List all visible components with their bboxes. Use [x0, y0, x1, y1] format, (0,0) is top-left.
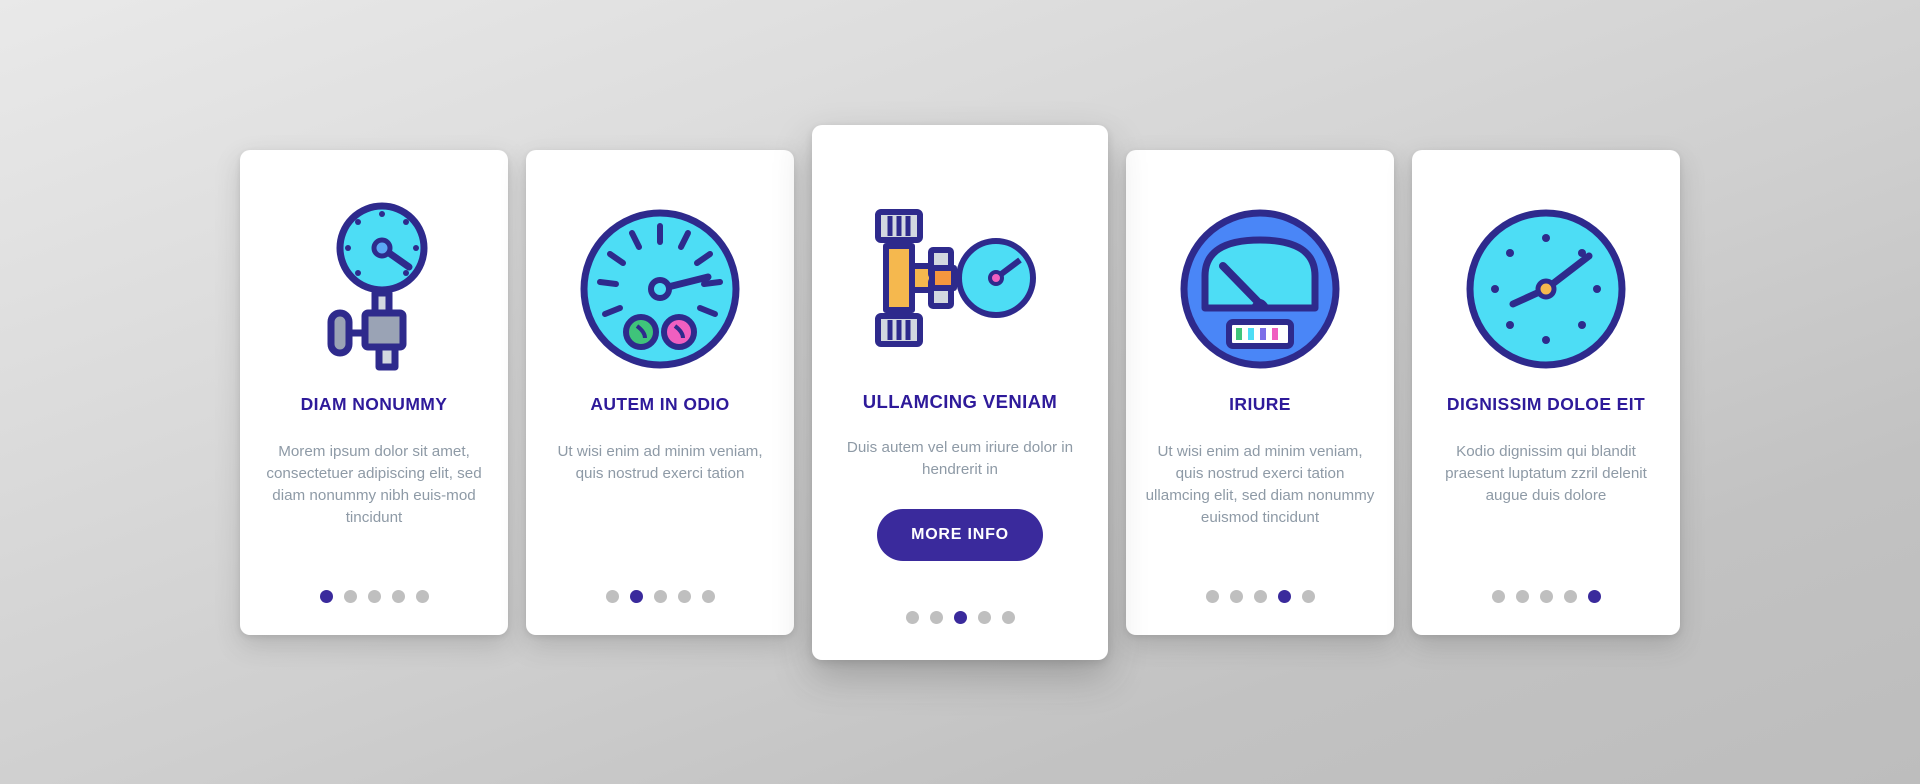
pagination-dots[interactable] — [812, 610, 1108, 624]
more-info-button[interactable]: MORE INFO — [877, 508, 1043, 561]
pagination-dot[interactable] — [343, 589, 357, 603]
icon-container — [832, 165, 1088, 391]
icon-container — [1430, 184, 1662, 394]
card-title: ULLAMCING VENIAM — [862, 390, 1058, 412]
pagination-dot[interactable] — [1587, 589, 1601, 603]
onboarding-card-4[interactable]: IRIURE Ut wisi enim ad minim veniam, qui… — [1126, 149, 1394, 635]
onboarding-card-3[interactable]: ULLAMCING VENIAM Duis autem vel eum iriu… — [812, 124, 1108, 660]
pagination-dot[interactable] — [1515, 589, 1529, 603]
pagination-dot[interactable] — [677, 589, 691, 603]
pagination-dot[interactable] — [1205, 589, 1219, 603]
pagination-dot[interactable] — [1563, 589, 1577, 603]
card-title: DIAM NONUMMY — [300, 393, 448, 414]
pagination-dot[interactable] — [929, 610, 943, 624]
icon-container — [544, 184, 776, 394]
card-body: Kodio dignissim qui blandit praesent lup… — [1445, 442, 1647, 504]
pagination-dot[interactable] — [1229, 589, 1243, 603]
pagination-dot[interactable] — [1301, 589, 1315, 603]
card-body: Ut wisi enim ad minim veniam, quis nostr… — [1145, 442, 1375, 526]
pagination-dot[interactable] — [905, 610, 919, 624]
onboarding-card-2[interactable]: AUTEM IN ODIO Ut wisi enim ad minim veni… — [526, 149, 794, 635]
pagination-dot[interactable] — [1253, 589, 1267, 603]
pagination-dot[interactable] — [629, 589, 643, 603]
pressure-gauge-valve-icon — [309, 201, 439, 376]
speedometer-icon — [1175, 204, 1345, 374]
pagination-dot[interactable] — [367, 589, 381, 603]
pagination-dot[interactable] — [953, 610, 967, 624]
icon-container — [258, 184, 490, 394]
pagination-dots[interactable] — [1412, 589, 1680, 603]
card-title: IRIURE — [1229, 393, 1291, 414]
card-body: Ut wisi enim ad minim veniam, quis nostr… — [557, 442, 763, 482]
card-title: DIGNISSIM DOLOE EIT — [1446, 393, 1646, 414]
onboarding-card-row: DIAM NONUMMY Morem ipsum dolor sit amet,… — [0, 0, 1920, 784]
onboarding-card-5[interactable]: DIGNISSIM DOLOE EIT Kodio dignissim qui … — [1412, 149, 1680, 635]
card-body: Duis autem vel eum iriure dolor in hendr… — [846, 438, 1074, 478]
icon-container — [1144, 184, 1376, 394]
pipe-manometer-icon — [868, 198, 1053, 358]
card-body: Morem ipsum dolor sit amet, consectetuer… — [266, 442, 482, 526]
pagination-dot[interactable] — [605, 589, 619, 603]
pagination-dot[interactable] — [391, 589, 405, 603]
pagination-dots[interactable] — [1126, 589, 1394, 603]
pagination-dot[interactable] — [1491, 589, 1505, 603]
pagination-dot[interactable] — [653, 589, 667, 603]
pagination-dot[interactable] — [701, 589, 715, 603]
round-gauge-icon — [1461, 204, 1631, 374]
pagination-dots[interactable] — [526, 589, 794, 603]
pagination-dot[interactable] — [1539, 589, 1553, 603]
pagination-dot[interactable] — [977, 610, 991, 624]
pagination-dot[interactable] — [1277, 589, 1291, 603]
pagination-dot[interactable] — [1001, 610, 1015, 624]
onboarding-card-1[interactable]: DIAM NONUMMY Morem ipsum dolor sit amet,… — [240, 149, 508, 635]
dial-gauge-icon — [575, 204, 745, 374]
pagination-dots[interactable] — [240, 589, 508, 603]
card-title: AUTEM IN ODIO — [590, 393, 730, 414]
pagination-dot[interactable] — [319, 589, 333, 603]
pagination-dot[interactable] — [415, 589, 429, 603]
